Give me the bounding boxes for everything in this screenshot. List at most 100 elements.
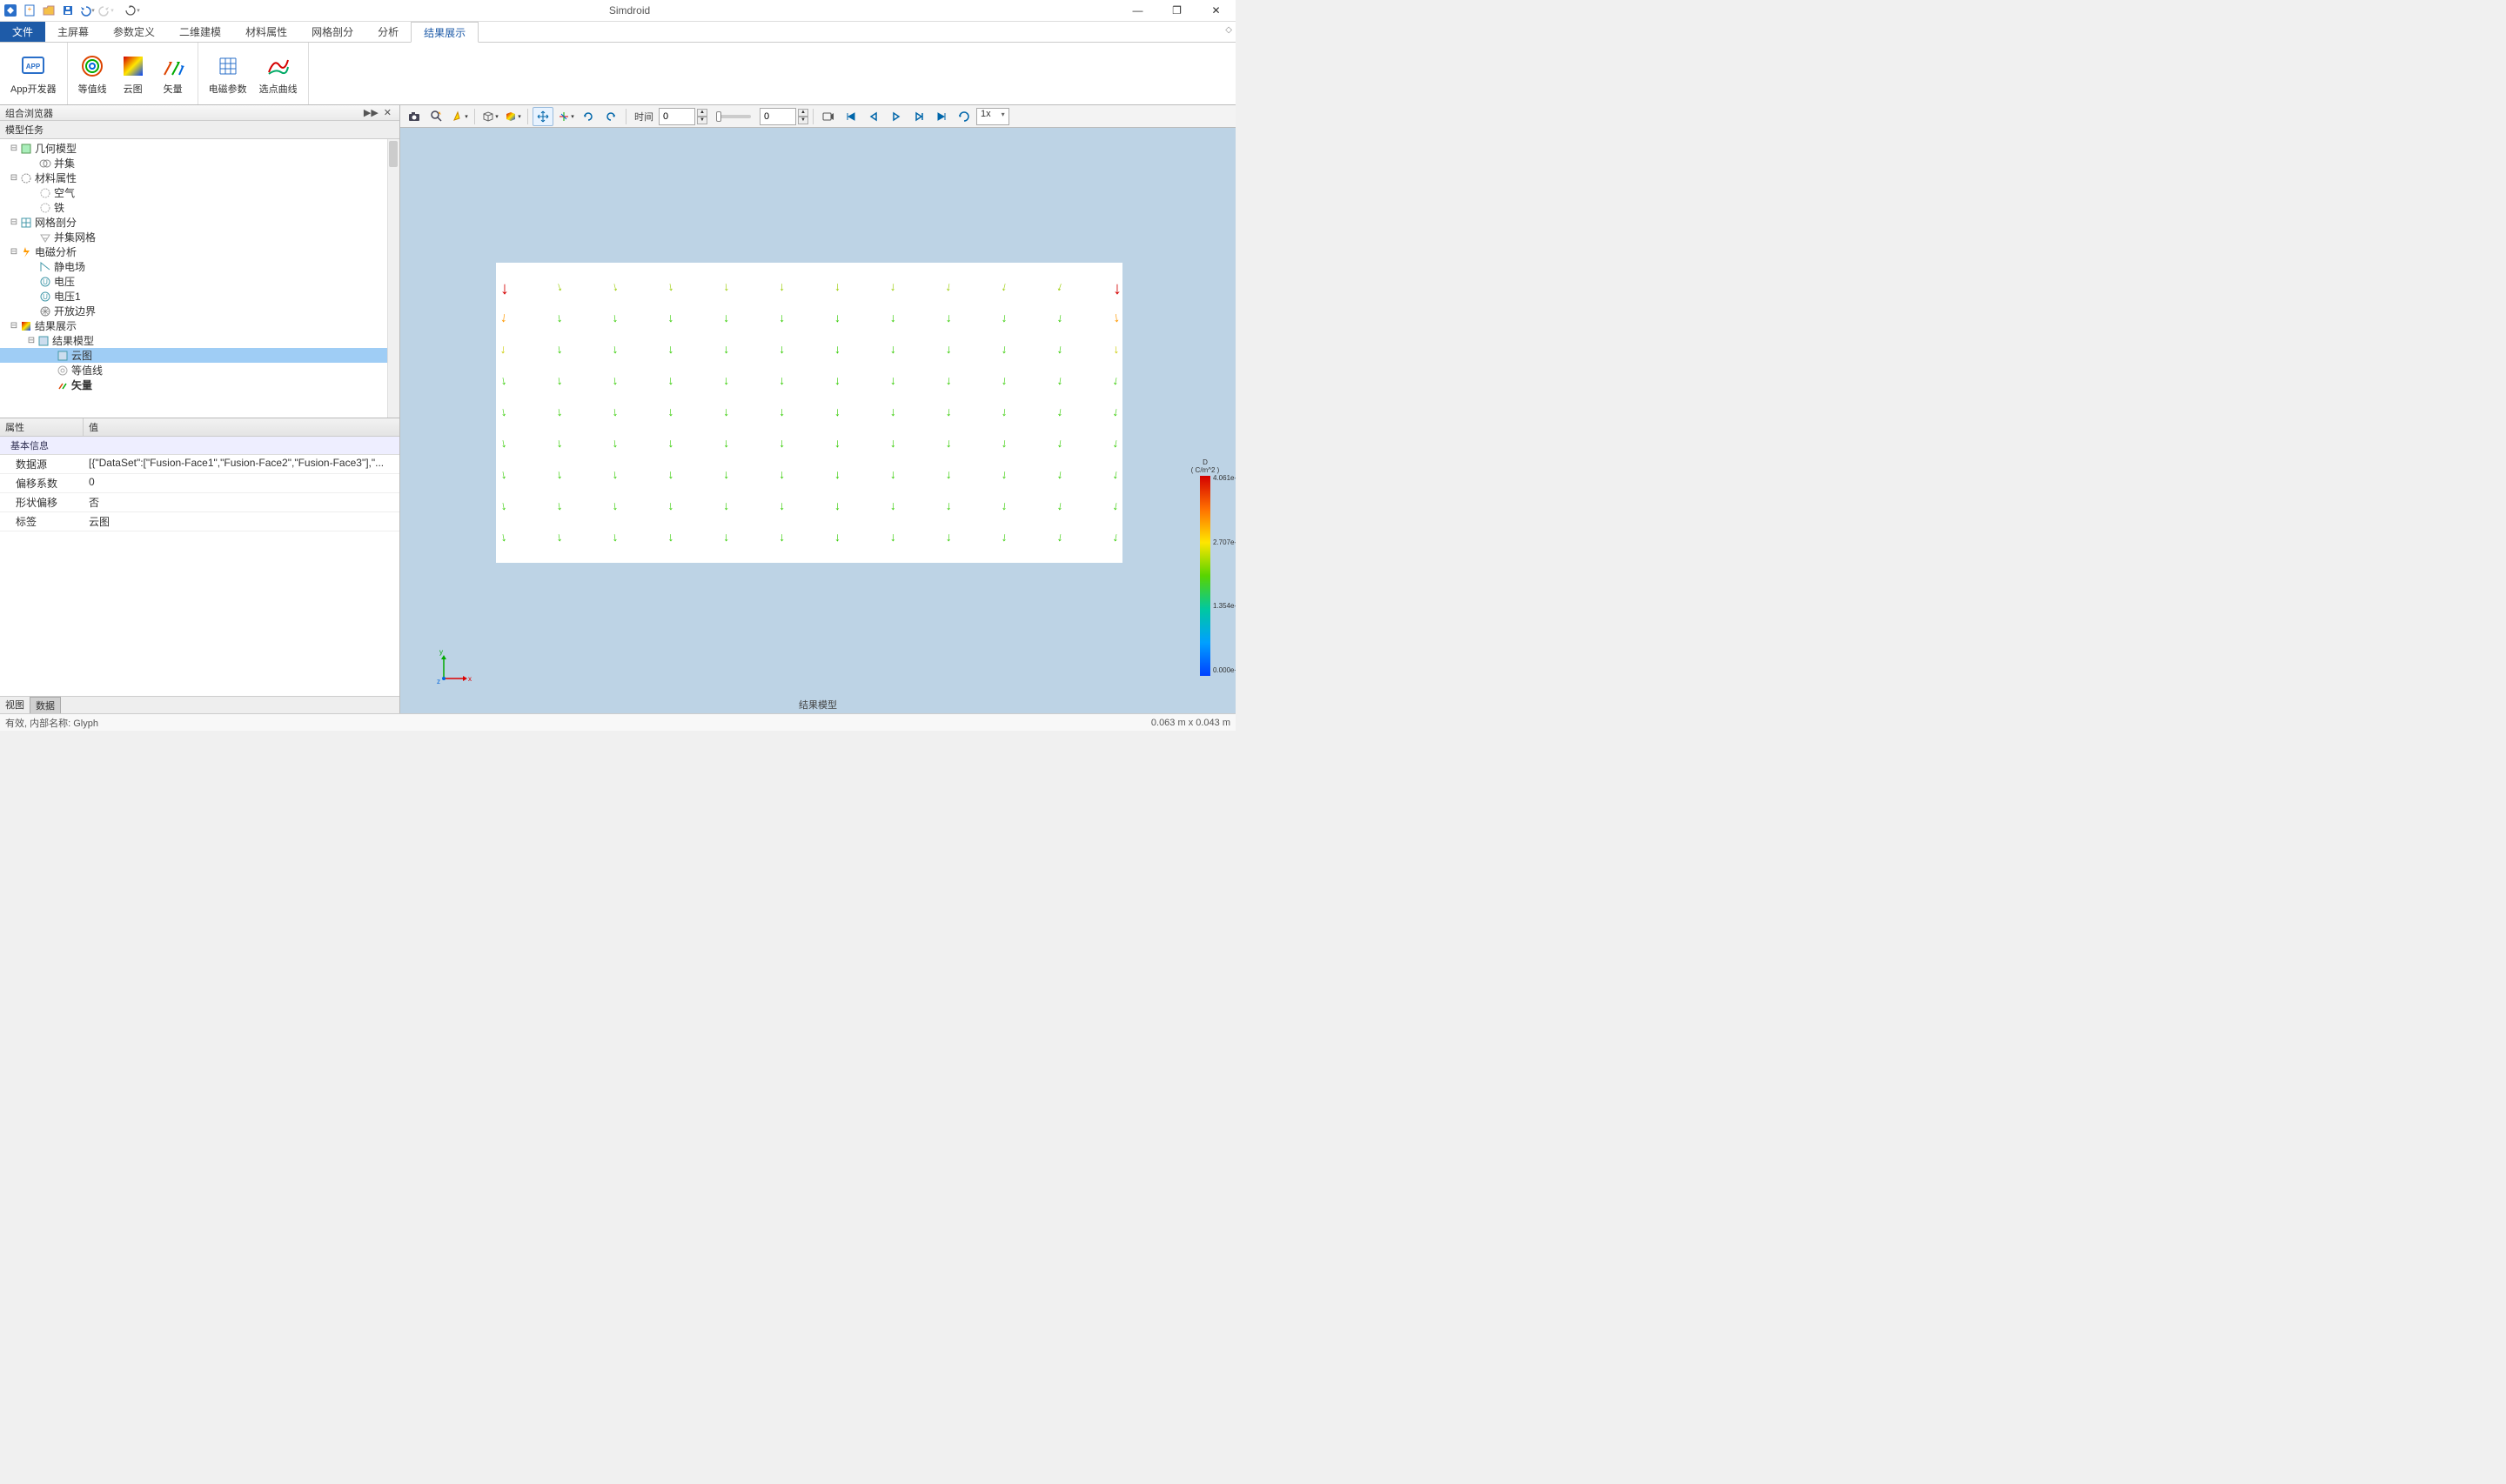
tab-data[interactable]: 数据 — [30, 697, 61, 713]
prop-label[interactable]: 标签云图 — [0, 512, 399, 531]
tree-voltage1[interactable]: U电压1 — [0, 289, 399, 304]
tree-result-model[interactable]: ⊟结果模型 — [0, 333, 399, 348]
tree-voltage[interactable]: U电压 — [0, 274, 399, 289]
fast-forward-icon[interactable]: ▶▶ — [361, 107, 381, 118]
viewport-footer: 结果模型 — [400, 696, 1236, 713]
ribbon-label: App开发器 — [10, 82, 57, 96]
model-tree[interactable]: ⊟几何模型 并集 ⊟材料属性 空气 铁 ⊟网格剖分 并集网格 ⊟电磁分析 静电场… — [0, 139, 399, 418]
tree-materials[interactable]: ⊟材料属性 — [0, 170, 399, 185]
canvas[interactable]: ↓↓↓↓↓↓↓↓↓↓↓↓↓↓↓↓↓↓↓↓↓↓↓↓↓↓↓↓↓↓↓↓↓↓↓↓↓↓↓↓… — [400, 128, 1236, 713]
save-icon[interactable] — [59, 2, 77, 19]
speed-select[interactable]: 1x — [976, 108, 1009, 125]
cube-color-icon[interactable]: ▾ — [502, 107, 523, 126]
next-frame-icon[interactable] — [908, 107, 929, 126]
tree-cloud[interactable]: 云图 — [0, 348, 399, 363]
tree-union-mesh[interactable]: 并集网格 — [0, 230, 399, 244]
last-frame-icon[interactable] — [931, 107, 952, 126]
zoom-icon[interactable] — [426, 107, 447, 126]
time-start-input[interactable] — [659, 108, 695, 125]
camera-icon[interactable] — [404, 107, 425, 126]
prop-offset-factor[interactable]: 偏移系数0 — [0, 474, 399, 493]
tab-materials[interactable]: 材料属性 — [233, 22, 299, 42]
model-tasks-header: 模型任务 — [0, 121, 399, 139]
grid-icon — [214, 52, 242, 80]
ribbon-label: 云图 — [124, 82, 143, 96]
maximize-button[interactable]: ❐ — [1157, 0, 1196, 22]
time-start-spinner[interactable]: ▲▼ — [697, 109, 707, 124]
tab-params[interactable]: 参数定义 — [101, 22, 167, 42]
props-bottom-tabs: 视图 数据 — [0, 696, 399, 713]
tree-em-analysis[interactable]: ⊟电磁分析 — [0, 244, 399, 259]
svg-text:y: y — [439, 648, 443, 656]
prev-frame-icon[interactable] — [863, 107, 884, 126]
svg-text:+: + — [28, 5, 32, 13]
tree-scrollbar[interactable] — [387, 139, 399, 418]
ribbon-contour[interactable]: 等值线 — [75, 50, 111, 97]
props-header-value: 值 — [84, 418, 104, 436]
tree-air[interactable]: 空气 — [0, 185, 399, 200]
tree-mesh[interactable]: ⊟网格剖分 — [0, 215, 399, 230]
prop-data-source[interactable]: 数据源[{"DataSet":["Fusion-Face1","Fusion-F… — [0, 455, 399, 474]
contour-icon — [78, 52, 106, 80]
rotate-ccw-icon[interactable] — [578, 107, 599, 126]
rotate-cw-icon[interactable] — [600, 107, 621, 126]
tree-geometry[interactable]: ⊟几何模型 — [0, 141, 399, 156]
tab-2d-model[interactable]: 二维建模 — [167, 22, 233, 42]
highlight-icon[interactable]: ▾ — [449, 107, 470, 126]
tree-vector[interactable]: 矢量 — [0, 378, 399, 392]
redo-icon[interactable]: ▾ — [97, 2, 115, 19]
tree-union[interactable]: 并集 — [0, 156, 399, 170]
tab-results[interactable]: 结果展示 — [411, 22, 479, 43]
svg-text:z: z — [437, 678, 440, 685]
ribbon-collapse-icon[interactable]: ◇ — [1225, 25, 1232, 35]
ribbon-point-curve[interactable]: 选点曲线 — [256, 50, 301, 97]
move-icon[interactable] — [533, 107, 553, 126]
tab-analysis[interactable]: 分析 — [365, 22, 411, 42]
status-bar: 有效, 内部名称: Glyph 0.063 m x 0.043 m — [0, 713, 1236, 731]
ribbon-vector[interactable]: 矢量 — [156, 50, 191, 97]
time-end-input[interactable] — [760, 108, 796, 125]
viewport: ▾ ▾ ▾ ▾ 时间 ▲▼ ▲▼ 1x — [400, 105, 1236, 713]
record-icon[interactable] — [818, 107, 839, 126]
ribbon-em-params[interactable]: 电磁参数 — [205, 50, 251, 97]
time-slider[interactable] — [716, 115, 751, 118]
close-button[interactable]: ✕ — [1196, 0, 1236, 22]
tab-file[interactable]: 文件 — [0, 22, 45, 42]
tree-open-boundary[interactable]: 开放边界 — [0, 304, 399, 318]
tree-results[interactable]: ⊟结果展示 — [0, 318, 399, 333]
open-icon[interactable] — [40, 2, 57, 19]
window-controls: — ❐ ✕ — [1118, 0, 1236, 22]
loop-icon[interactable] — [954, 107, 975, 126]
time-end-spinner[interactable]: ▲▼ — [798, 109, 808, 124]
panel-close-icon[interactable]: ✕ — [381, 107, 394, 118]
ribbon-cloud[interactable]: 云图 — [116, 50, 151, 97]
tree-iron[interactable]: 铁 — [0, 200, 399, 215]
refresh-icon[interactable]: ▾ — [124, 2, 141, 19]
minimize-button[interactable]: — — [1118, 0, 1157, 22]
title-bar: + ▾ ▾ ▾ Simdroid — ❐ ✕ — [0, 0, 1236, 22]
ribbon-label: 矢量 — [164, 82, 183, 96]
status-right: 0.063 m x 0.043 m — [1151, 718, 1230, 728]
colorbar-unit: ( C/m^2 ) — [1191, 466, 1220, 474]
undo-icon[interactable]: ▾ — [78, 2, 96, 19]
cube-wire-icon[interactable]: ▾ — [479, 107, 500, 126]
tab-home[interactable]: 主屏幕 — [45, 22, 101, 42]
ribbon-app-dev[interactable]: APP App开发器 — [7, 50, 60, 97]
quick-access-toolbar: + ▾ ▾ ▾ — [0, 2, 141, 19]
properties-panel: 属性 值 基本信息 数据源[{"DataSet":["Fusion-Face1"… — [0, 418, 399, 713]
svg-text:APP: APP — [26, 63, 41, 70]
tree-electrostatic[interactable]: 静电场 — [0, 259, 399, 274]
axis-rotate-icon[interactable]: ▾ — [555, 107, 576, 126]
ribbon-tabs: 文件 主屏幕 参数定义 二维建模 材料属性 网格剖分 分析 结果展示 ◇ — [0, 22, 1236, 43]
tab-view[interactable]: 视图 — [0, 697, 30, 713]
first-frame-icon[interactable] — [841, 107, 861, 126]
window-title: Simdroid — [141, 4, 1118, 17]
curve-icon — [265, 52, 292, 80]
tab-mesh[interactable]: 网格剖分 — [299, 22, 365, 42]
app-icon[interactable] — [2, 2, 19, 19]
prop-shape-offset[interactable]: 形状偏移否 — [0, 493, 399, 512]
tree-contour[interactable]: 等值线 — [0, 363, 399, 378]
view-toolbar: ▾ ▾ ▾ ▾ 时间 ▲▼ ▲▼ 1x — [400, 105, 1236, 128]
new-icon[interactable]: + — [21, 2, 38, 19]
play-icon[interactable] — [886, 107, 907, 126]
